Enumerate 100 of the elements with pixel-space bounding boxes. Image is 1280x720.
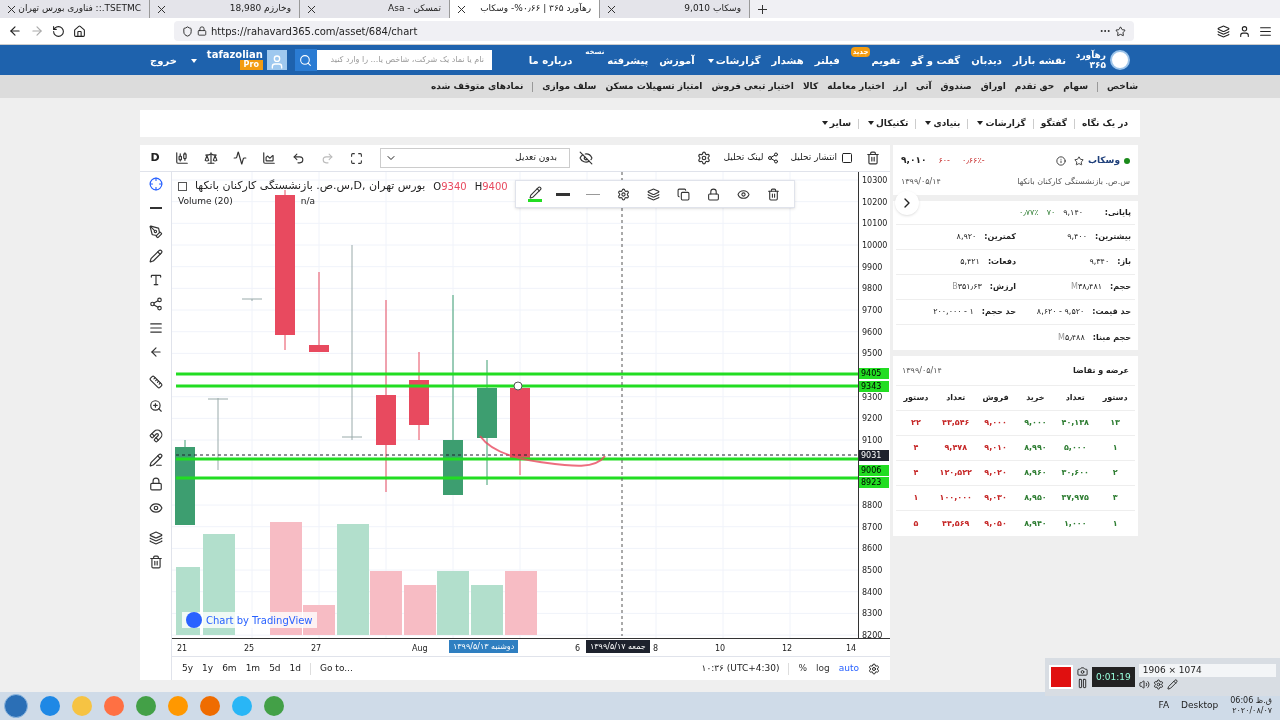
range-button[interactable]: 1d — [289, 661, 302, 676]
browser-tab[interactable]: وسکاب 9,010 — [600, 0, 750, 18]
record-button[interactable] — [1049, 665, 1073, 689]
range-button[interactable]: 5d — [269, 661, 281, 676]
redo-icon — [320, 151, 334, 165]
order-book-date: ۱۳۹۹/۰۵/۱۴ — [902, 364, 942, 377]
range-button[interactable]: 6m — [222, 661, 237, 676]
table-cell-text: ۱ — [912, 492, 920, 504]
market-nav-link[interactable]: اختیار تبعی فروش — [711, 79, 794, 94]
scale-toggle[interactable]: % — [798, 661, 807, 676]
market-nav-link[interactable]: اختیار معامله — [827, 79, 885, 94]
market-nav-link[interactable]: امتیاز تسهیلات مسکن — [605, 79, 703, 94]
line-handle[interactable] — [513, 381, 523, 391]
visibility-icon — [148, 500, 163, 515]
scale-toggle[interactable]: log — [816, 661, 830, 676]
market-nav-link[interactable]: سهام — [1063, 79, 1088, 94]
logout-link[interactable]: خروج — [150, 52, 177, 68]
interval-button[interactable]: D — [144, 149, 166, 167]
info-icon[interactable] — [1055, 155, 1066, 166]
nav-link[interactable]: فیلتر — [814, 52, 840, 68]
column-header: تعداد — [1064, 392, 1086, 404]
analysis-nav-link[interactable]: تکنیکال — [866, 116, 909, 131]
camera-icon[interactable] — [1077, 665, 1088, 677]
tradingview-watermark: Chart by TradingView — [182, 612, 317, 628]
account-icon[interactable] — [1238, 24, 1251, 38]
share-icon — [767, 152, 780, 164]
nav-link[interactable]: گفت و گو — [911, 52, 961, 68]
range-button[interactable]: 1y — [202, 661, 214, 676]
range-button[interactable]: 5y — [182, 661, 194, 676]
analysis-nav-link[interactable]: گفتگو — [1040, 116, 1068, 131]
table-cell-text: ۹,۰۰۰ — [1023, 417, 1048, 429]
shield-icon — [182, 25, 193, 37]
layers-icon — [646, 187, 660, 201]
price-axis-label: 9200 — [862, 413, 883, 426]
market-nav-link[interactable]: ارز — [893, 79, 908, 94]
market-nav-link[interactable]: نمادهای متوقف شده — [430, 79, 524, 94]
search-button[interactable] — [294, 49, 317, 71]
table-cell-text: ۴۳,۵۴۶ — [941, 417, 971, 429]
settings-icon[interactable] — [1152, 679, 1164, 691]
close-icon[interactable] — [608, 5, 615, 13]
color-swatch — [528, 199, 542, 202]
start-button[interactable] — [4, 694, 28, 718]
collapse-icon[interactable] — [178, 181, 187, 191]
bookmark-icon[interactable] — [1115, 25, 1126, 37]
browser-tab[interactable]: رهآورد ۳۶۵ | ۰٫۶۶%- وسکاب — [450, 0, 600, 18]
analysis-nav-link[interactable]: بنیادی — [923, 116, 961, 131]
nav-link[interactable]: هشدار — [771, 52, 804, 68]
stat-value: ۹,۴۰۰ — [1067, 231, 1087, 243]
library-icon[interactable] — [1217, 24, 1230, 38]
nav-link[interactable]: دیدبان — [971, 52, 1002, 68]
pause-icon[interactable] — [1077, 677, 1088, 689]
pencil-icon[interactable] — [1166, 679, 1178, 691]
time-axis-label: Aug — [412, 643, 428, 655]
nav-link[interactable]: درباره ما — [528, 52, 573, 68]
nav-link[interactable]: آموزش — [659, 52, 695, 68]
settings-icon[interactable] — [868, 662, 880, 675]
browser-tab[interactable]: تمسکن - Asa — [300, 0, 450, 18]
browser-tab[interactable]: وخارزم 18,980 — [150, 0, 300, 18]
market-nav-link[interactable]: حق تقدم — [1014, 79, 1055, 94]
table-cell-text: ۴ — [912, 467, 920, 479]
market-nav-link[interactable]: شاخص — [1107, 79, 1138, 94]
browser-tab[interactable]: TSETMC.:: فناوری بورس تهران — [0, 0, 150, 18]
ruler-tool-icon — [148, 374, 163, 389]
analysis-nav-link[interactable]: در یک نگاه — [1082, 116, 1128, 131]
collapse-button[interactable] — [895, 191, 919, 215]
nav-link[interactable]: نقشه بازار — [1012, 52, 1066, 68]
nav-link[interactable]: گزارشات — [705, 52, 761, 68]
market-nav-link[interactable]: اوراق — [980, 79, 1006, 94]
goto-button[interactable]: Go to... — [320, 661, 353, 676]
star-icon[interactable] — [1073, 155, 1084, 166]
share-link-button[interactable]: لینک تحلیل — [719, 151, 784, 165]
speaker-icon[interactable] — [1138, 679, 1150, 691]
price-axis-label: 9900 — [862, 261, 883, 274]
back-icon[interactable] — [8, 24, 22, 38]
arrow-tool-icon — [148, 344, 163, 359]
volume-value: n/a — [300, 194, 316, 208]
market-nav-link[interactable]: صندوق — [940, 79, 972, 94]
menu-icon[interactable] — [1259, 24, 1272, 38]
market-nav-link[interactable]: کالا — [802, 79, 819, 94]
fib-tool-icon — [148, 320, 163, 335]
price-level-badge: 8923 — [859, 477, 889, 488]
adjustment-dropdown[interactable]: بدون تعدیل — [380, 148, 570, 168]
scale-toggle[interactable]: auto — [838, 661, 859, 676]
nav-link[interactable]: تقویم — [871, 52, 901, 68]
nav-link[interactable]: پیشرفته — [607, 52, 649, 68]
close-icon[interactable] — [458, 5, 465, 13]
close-icon[interactable] — [308, 5, 315, 13]
analysis-nav-link[interactable]: سایر — [819, 116, 851, 131]
address-field[interactable]: https://rahavard365.com/asset/684/chart — [174, 21, 1134, 41]
taskbar-app-icon[interactable] — [40, 696, 60, 716]
analysis-nav-link[interactable]: گزارشات — [975, 116, 1026, 131]
publish-button[interactable]: انتشار تحلیل — [786, 151, 857, 165]
market-nav-link[interactable]: سلف موازی — [542, 79, 597, 94]
range-button[interactable]: 1m — [245, 661, 261, 676]
close-icon[interactable] — [158, 5, 165, 13]
reload-icon[interactable] — [52, 24, 65, 38]
close-icon[interactable] — [8, 5, 15, 13]
home-icon[interactable] — [73, 24, 86, 38]
settings-icon — [696, 151, 711, 165]
market-nav-link[interactable]: آتی — [916, 79, 932, 94]
